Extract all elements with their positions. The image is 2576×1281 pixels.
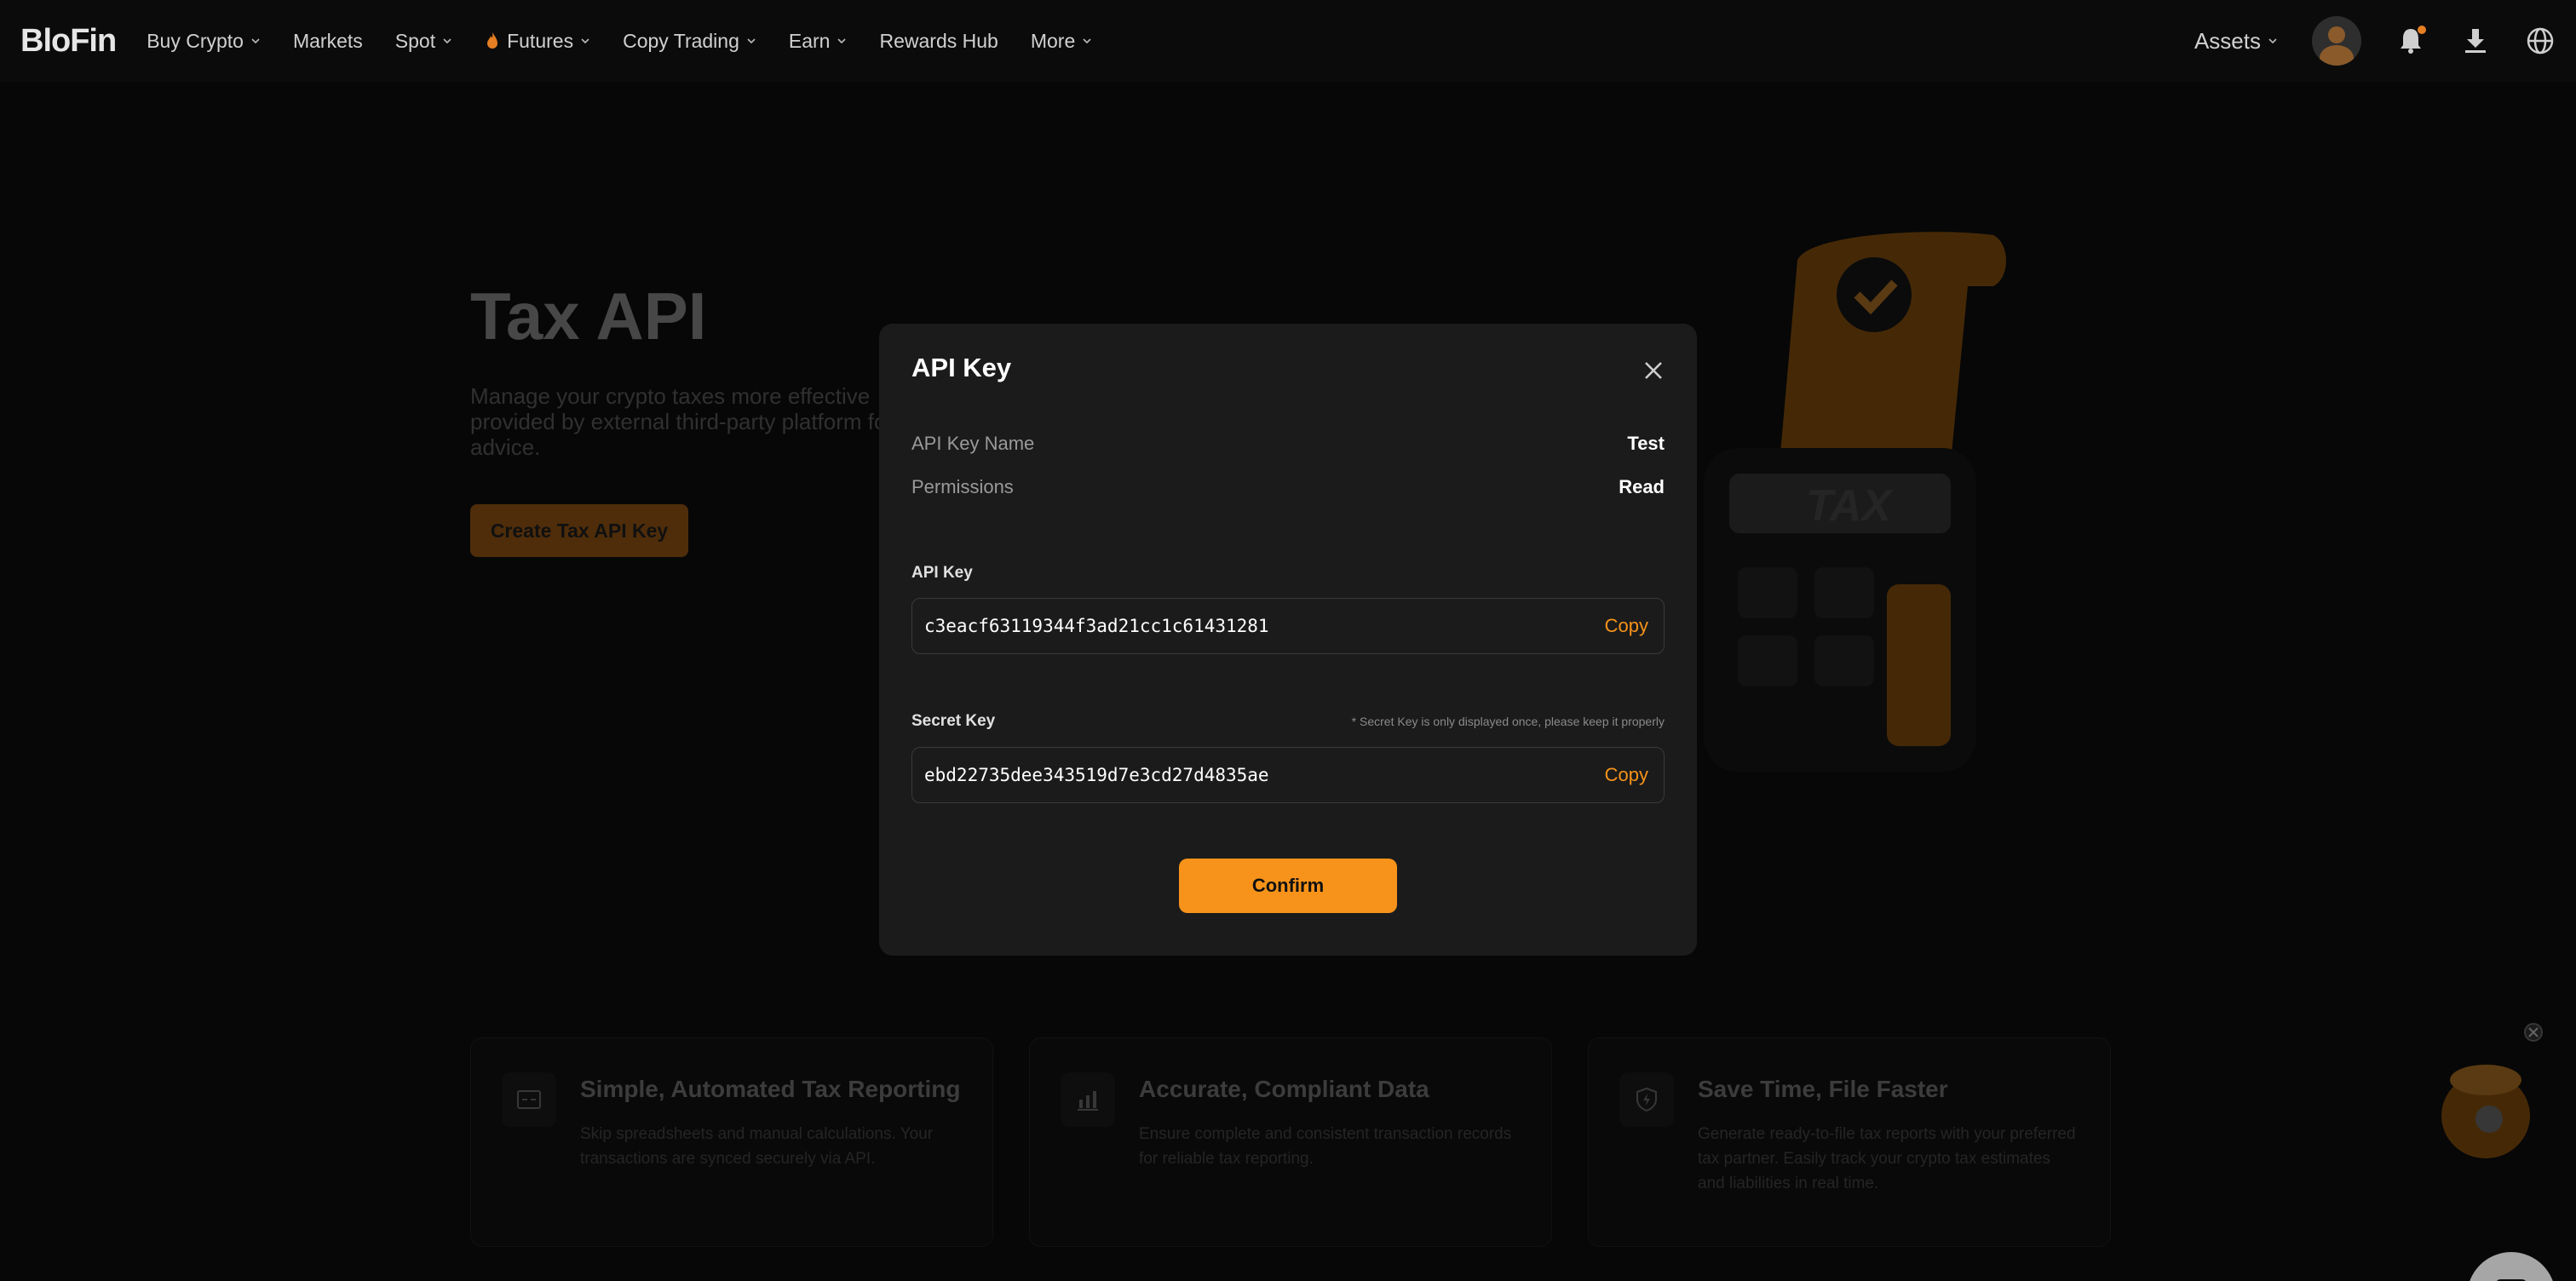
globe-icon xyxy=(2527,27,2554,55)
nav-item-label: Earn xyxy=(788,29,831,52)
nav-item-label: Markets xyxy=(292,29,363,52)
api-key-field: c3eacf63119344f3ad21cc1c61431281 Copy xyxy=(911,598,1665,654)
language-button[interactable] xyxy=(2525,26,2556,56)
nav-item-rewards-hub[interactable]: Rewards Hub xyxy=(879,30,998,53)
chevron-down-icon xyxy=(1083,38,1091,44)
secret-key-label: Secret Key xyxy=(911,712,996,730)
flame-icon xyxy=(487,32,498,49)
assets-label: Assets xyxy=(2194,27,2261,54)
copy-api-key-button[interactable]: Copy xyxy=(1605,615,1648,637)
permissions-value: Read xyxy=(1619,476,1665,497)
notification-button[interactable] xyxy=(2395,26,2426,56)
api-key-modal: API Key API Key Name Test Permissions Re… xyxy=(879,324,1697,956)
chevron-down-icon xyxy=(2268,38,2277,44)
permissions-row: Permissions Read xyxy=(911,476,1665,498)
notification-dot xyxy=(2418,26,2426,34)
secret-key-value[interactable]: ebd22735dee343519d7e3cd27d4835ae xyxy=(924,765,1605,785)
chevron-down-icon xyxy=(747,38,756,44)
permissions-label: Permissions xyxy=(911,476,1014,497)
api-key-name-value: Test xyxy=(1627,433,1665,454)
assets-menu[interactable]: Assets xyxy=(2194,28,2278,55)
secret-key-field: ebd22735dee343519d7e3cd27d4835ae Copy xyxy=(911,747,1665,803)
nav-item-futures[interactable]: Futures xyxy=(485,30,590,53)
nav-item-more[interactable]: More xyxy=(1031,30,1092,53)
nav-item-buy-crypto[interactable]: Buy Crypto xyxy=(147,30,261,53)
top-nav: BloFin Buy Crypto Markets Spot Futures C… xyxy=(0,0,2576,82)
download-icon xyxy=(2465,29,2486,53)
api-key-value[interactable]: c3eacf63119344f3ad21cc1c61431281 xyxy=(924,616,1605,636)
nav-item-copy-trading[interactable]: Copy Trading xyxy=(623,30,756,53)
nav-item-label: Buy Crypto xyxy=(147,29,244,52)
chevron-down-icon xyxy=(251,38,260,44)
api-key-name-row: API Key Name Test xyxy=(911,433,1665,455)
avatar[interactable] xyxy=(2312,16,2361,66)
chevron-down-icon xyxy=(443,38,451,44)
nav-menu: Buy Crypto Markets Spot Futures Copy Tra… xyxy=(147,30,1092,53)
nav-item-label: Rewards Hub xyxy=(879,29,998,52)
close-icon[interactable] xyxy=(1641,358,1666,383)
copy-secret-key-button[interactable]: Copy xyxy=(1605,764,1648,786)
nav-item-spot[interactable]: Spot xyxy=(395,30,452,53)
chevron-down-icon xyxy=(581,38,589,44)
secret-key-note: * Secret Key is only displayed once, ple… xyxy=(1351,715,1665,728)
blofin-logo[interactable]: BloFin xyxy=(20,23,117,60)
nav-item-label: Copy Trading xyxy=(623,29,739,52)
nav-item-markets[interactable]: Markets xyxy=(293,30,363,53)
nav-item-earn[interactable]: Earn xyxy=(789,30,848,53)
api-key-name-label: API Key Name xyxy=(911,433,1035,454)
nav-item-label: More xyxy=(1030,29,1076,52)
modal-title: API Key xyxy=(911,353,1012,382)
api-key-label: API Key xyxy=(911,564,973,582)
chevron-down-icon xyxy=(837,38,847,44)
confirm-button[interactable]: Confirm xyxy=(1179,859,1397,913)
nav-item-label: Futures xyxy=(507,29,574,52)
nav-item-label: Spot xyxy=(394,29,436,52)
download-button[interactable] xyxy=(2460,26,2491,56)
nav-right: Assets xyxy=(2194,16,2556,66)
